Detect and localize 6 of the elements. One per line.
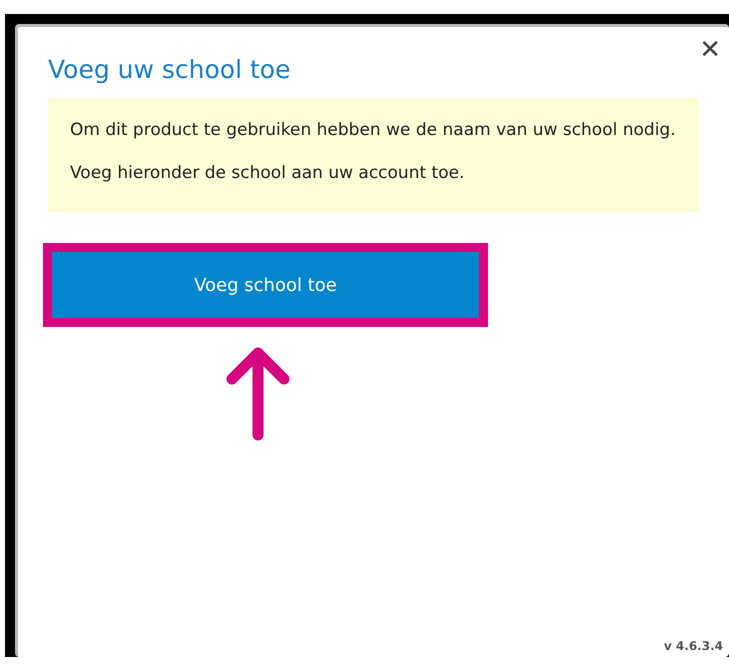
notice-text: Om dit product te gebruiken hebben we de naam van uw school nodig. [70, 119, 677, 142]
dialog-title: Voeg uw school toe [48, 55, 290, 84]
close-button[interactable]: ✕ [699, 37, 721, 63]
version-label: v 4.6.3.4 [664, 639, 723, 653]
notice-text: Voeg hieronder de school aan uw account toe. [70, 162, 466, 185]
add-school-button[interactable]: Voeg school toe [52, 252, 479, 318]
